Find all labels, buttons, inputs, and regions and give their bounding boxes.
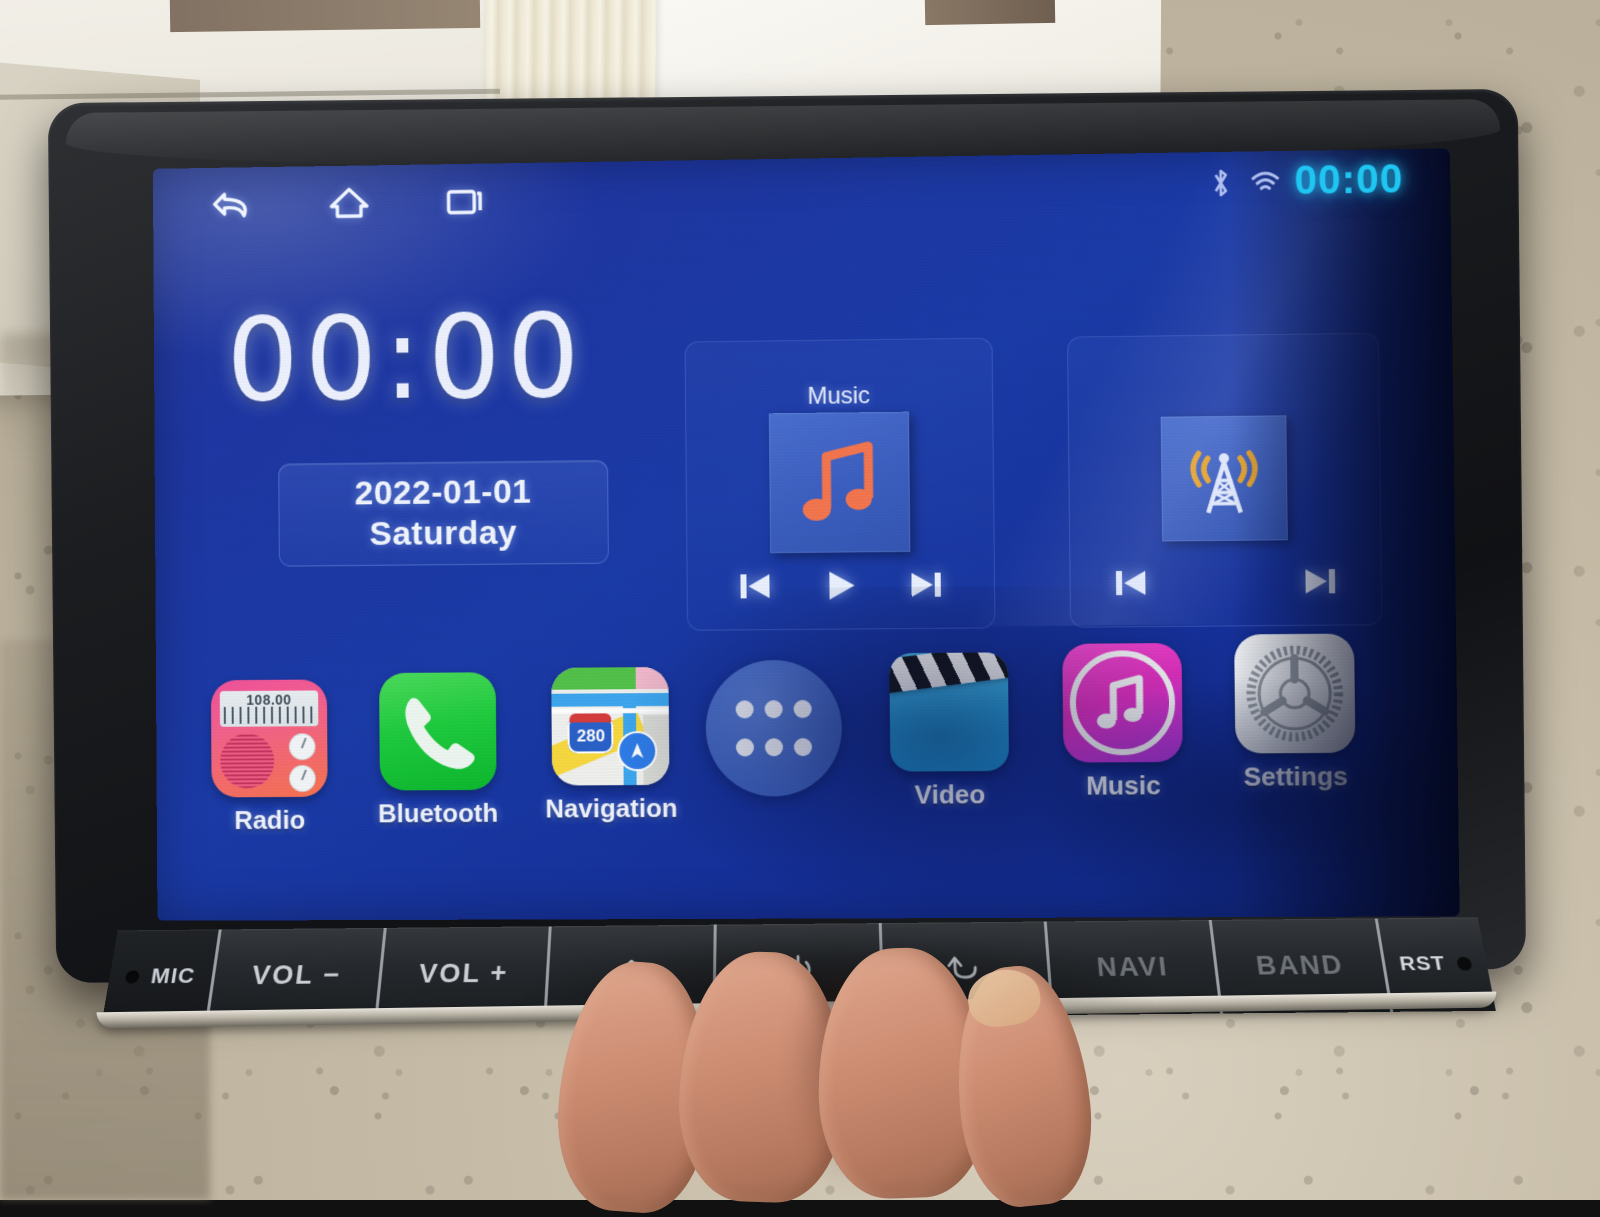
recents-icon[interactable] bbox=[440, 175, 492, 227]
reset-pinhole bbox=[1456, 956, 1474, 971]
bluetooth-icon bbox=[1205, 165, 1236, 200]
music-widget-title: Music bbox=[807, 382, 871, 410]
radio-next-button[interactable] bbox=[1293, 558, 1346, 605]
dock-label-bluetooth: Bluetooth bbox=[377, 797, 499, 829]
radio-app-icon: 108.00 bbox=[210, 679, 328, 798]
phone-handset-icon bbox=[378, 672, 497, 791]
drawer-dot bbox=[764, 700, 783, 719]
drawer-dot bbox=[735, 738, 754, 757]
radio-dial-ticks bbox=[223, 706, 315, 724]
dock-label-music: Music bbox=[1085, 770, 1161, 801]
dock-item-bluetooth[interactable]: Bluetooth bbox=[377, 672, 498, 829]
dock-label-navigation: Navigation bbox=[545, 792, 678, 824]
music-next-button[interactable] bbox=[899, 561, 952, 608]
radio-tower-icon bbox=[1181, 436, 1267, 521]
status-clock: 00:00 bbox=[1294, 157, 1404, 203]
lcd-screen[interactable]: 00:00 00:00 2022-01-01 Saturday Music 10… bbox=[152, 148, 1460, 921]
drawer-dot bbox=[764, 738, 784, 757]
dock-item-settings[interactable]: Settings bbox=[1234, 633, 1356, 793]
drawer-dot bbox=[793, 699, 813, 719]
dock-item-radio[interactable]: 108.00 Radio bbox=[210, 679, 328, 836]
dock-item-app-drawer[interactable] bbox=[705, 659, 843, 805]
gear-icon bbox=[1234, 633, 1356, 754]
home-icon[interactable] bbox=[323, 177, 374, 229]
music-note-icon bbox=[802, 441, 873, 521]
radio-widget[interactable] bbox=[1066, 332, 1383, 628]
dock-label-video: Video bbox=[914, 779, 986, 810]
interstate-shield: 280 bbox=[567, 719, 614, 754]
dock-item-video[interactable]: Video bbox=[889, 652, 1010, 810]
weekday-value: Saturday bbox=[369, 513, 518, 553]
app-dock: 108.00 Radio Bluetooth 280 Navigation Vi… bbox=[156, 633, 1460, 911]
map-highway-horizontal bbox=[551, 692, 670, 707]
packing-tape-left bbox=[169, 0, 481, 33]
radio-widget-title bbox=[1068, 376, 1378, 380]
clapperboard-icon bbox=[889, 652, 1010, 772]
app-drawer-icon bbox=[705, 659, 843, 797]
maps-icon: 280 bbox=[551, 666, 670, 786]
music-play-button[interactable] bbox=[814, 562, 867, 609]
radio-knob-volume bbox=[289, 764, 316, 792]
packing-tape-right bbox=[924, 0, 1056, 26]
dock-label-settings: Settings bbox=[1243, 760, 1349, 792]
radio-speaker-grille bbox=[220, 733, 275, 789]
android-nav-bar bbox=[208, 175, 492, 231]
radio-dial: 108.00 bbox=[219, 690, 319, 727]
hand-holding-device bbox=[530, 934, 1150, 1217]
radio-prev-button[interactable] bbox=[1105, 560, 1158, 607]
drawer-dot bbox=[735, 700, 754, 719]
dock-item-music[interactable]: Music bbox=[1062, 642, 1183, 802]
music-album-art[interactable] bbox=[768, 411, 911, 554]
date-value: 2022-01-01 bbox=[354, 472, 532, 513]
mic-label: MIC bbox=[149, 963, 198, 989]
music-controls bbox=[687, 561, 994, 610]
radio-station-art[interactable] bbox=[1160, 415, 1288, 542]
map-zone-area bbox=[636, 666, 670, 690]
status-indicators: 00:00 bbox=[1205, 157, 1404, 205]
interstate-number: 280 bbox=[576, 726, 606, 746]
itunes-music-icon bbox=[1062, 642, 1183, 763]
clapperboard-top bbox=[889, 652, 1010, 694]
date-widget[interactable]: 2022-01-01 Saturday bbox=[278, 459, 609, 567]
microphone-pinhole bbox=[124, 970, 141, 983]
back-icon[interactable] bbox=[208, 179, 259, 231]
music-ring bbox=[1069, 650, 1176, 756]
music-widget[interactable]: Music bbox=[684, 337, 996, 631]
map-park-area bbox=[551, 667, 637, 690]
wifi-icon bbox=[1250, 165, 1281, 200]
dock-item-navigation[interactable]: 280 Navigation bbox=[544, 666, 678, 825]
car-head-unit: 00:00 00:00 2022-01-01 Saturday Music 10… bbox=[47, 88, 1527, 1029]
map-road-divider bbox=[551, 707, 670, 714]
drawer-dot bbox=[794, 738, 813, 757]
music-prev-button[interactable] bbox=[730, 563, 782, 609]
home-clock: 00:00 bbox=[226, 289, 587, 428]
radio-controls bbox=[1070, 558, 1381, 607]
dock-label-radio: Radio bbox=[234, 804, 306, 836]
reset-label: RST bbox=[1397, 952, 1448, 976]
radio-knob-tune bbox=[288, 733, 316, 761]
